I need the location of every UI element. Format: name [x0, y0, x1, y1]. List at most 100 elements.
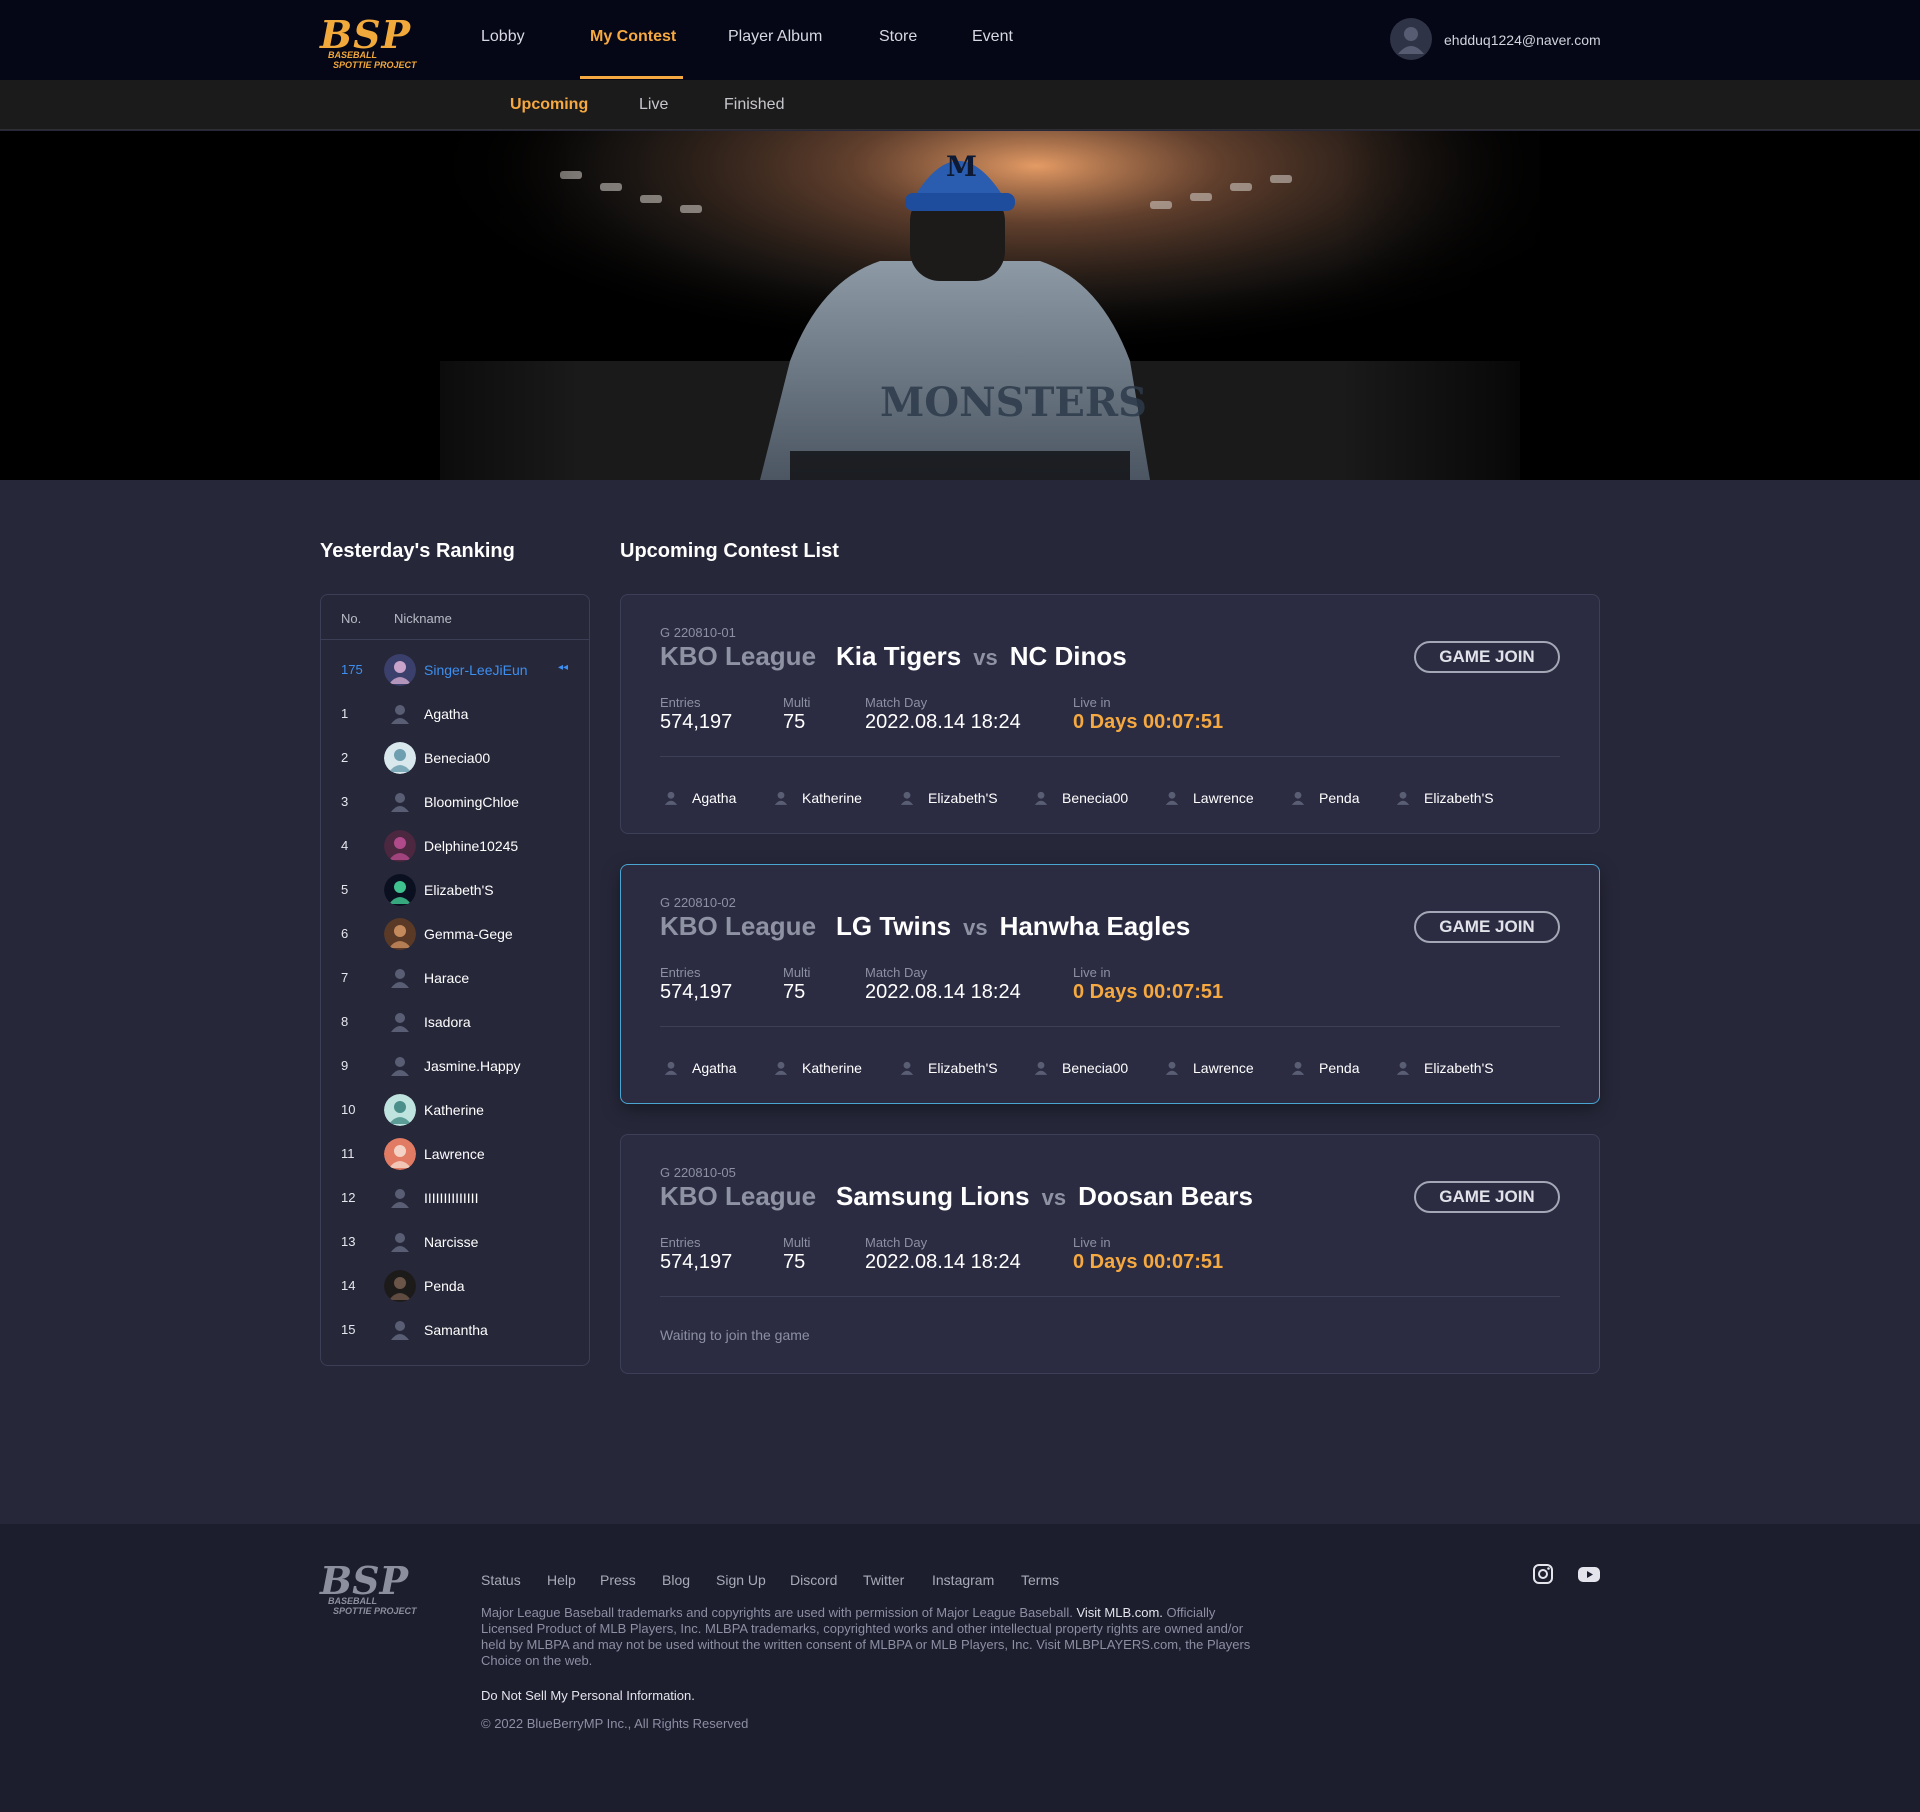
default-user-icon	[1287, 1057, 1309, 1079]
user-email[interactable]: ehdduq1224@naver.com	[1444, 32, 1601, 48]
default-user-icon	[1392, 1057, 1414, 1079]
ranking-row[interactable]: 2 Benecia00	[321, 736, 589, 780]
participant-name: Elizabeth'S	[1424, 1060, 1494, 1076]
default-user-icon	[1030, 1057, 1052, 1079]
bsp-logo[interactable]: BSP BASEBALL SPOTTIE PROJECT	[320, 12, 430, 70]
default-user-icon	[1392, 787, 1414, 809]
footer-link-press[interactable]: Press	[600, 1572, 636, 1588]
default-user-icon	[1287, 787, 1309, 809]
tab-finished[interactable]: Finished	[724, 96, 784, 114]
default-user-icon	[896, 787, 918, 809]
match-day-label: Match Day	[865, 1235, 928, 1250]
ranking-row[interactable]: 14 Penda	[321, 1264, 589, 1308]
ranking-row[interactable]: 10 Katherine	[321, 1088, 589, 1132]
away-team: Doosan Bears	[1078, 1181, 1253, 1211]
rank-number: 8	[341, 1014, 349, 1029]
game-join-button[interactable]: GAME JOIN	[1414, 641, 1560, 673]
contest-card[interactable]: G 220810-05 KBO League Samsung Lions vs Doos…	[620, 1134, 1600, 1374]
rank-nickname: BloomingChloe	[424, 794, 519, 810]
contest-card[interactable]: G 220810-02 KBO League LG Twins vs Hanwha Ea…	[620, 864, 1600, 1104]
participant-name: Benecia00	[1062, 790, 1129, 806]
live-in-countdown: 0 Days 00:07:51	[1073, 711, 1224, 733]
ranking-row[interactable]: 1 Agatha	[321, 692, 589, 736]
rank-number: 11	[341, 1146, 355, 1161]
user-avatar	[384, 918, 416, 950]
ranking-row[interactable]: 13 Narcisse	[321, 1220, 589, 1264]
nav-my-contest[interactable]: My Contest	[590, 28, 676, 46]
rank-nickname: Penda	[424, 1278, 465, 1294]
entries-value: 574,197	[660, 711, 733, 733]
rank-nickname: Katherine	[424, 1102, 484, 1118]
contest-id: G 220810-05	[660, 1165, 736, 1180]
ranking-row[interactable]: 7 Harace	[321, 956, 589, 1000]
default-user-icon	[770, 1057, 792, 1079]
ranking-row[interactable]: 15 Samantha	[321, 1308, 589, 1352]
rank-nickname: Delphine10245	[424, 838, 519, 854]
rank-nickname: Benecia00	[424, 750, 491, 766]
rank-number: 175	[341, 662, 363, 677]
rank-number: 15	[341, 1322, 356, 1337]
footer-link-terms[interactable]: Terms	[1021, 1572, 1059, 1588]
ranking-row[interactable]: 9 Jasmine.Happy	[321, 1044, 589, 1088]
my-ranking-row[interactable]: 175 Singer-LeeJiEun ◂◂	[321, 648, 589, 692]
rank-number: 10	[341, 1102, 356, 1117]
do-not-sell-link[interactable]: Do Not Sell My Personal Information.	[481, 1688, 695, 1703]
contest-card[interactable]: G 220810-01 KBO League Kia Tigers vs NC Dino…	[620, 594, 1600, 834]
entries-label: Entries	[660, 1235, 701, 1250]
league-name: KBO League	[660, 911, 817, 941]
ranking-row[interactable]: 5 Elizabeth'S	[321, 868, 589, 912]
live-in-countdown: 0 Days 00:07:51	[1073, 1251, 1224, 1273]
participant-name: Katherine	[802, 790, 862, 806]
multi-value: 75	[783, 711, 806, 733]
hero-baseball-player-image: M MONSTERS	[320, 131, 1600, 480]
my-rank-marker-icon: ◂◂	[558, 662, 569, 673]
default-user-icon	[384, 786, 416, 818]
ranking-row[interactable]: 4 Delphine10245	[321, 824, 589, 868]
ranking-row[interactable]: 3 BloomingChloe	[321, 780, 589, 824]
nav-player-album[interactable]: Player Album	[728, 28, 822, 46]
youtube-icon[interactable]	[1577, 1562, 1601, 1586]
participant-name: Katherine	[802, 1060, 862, 1076]
user-avatar-icon[interactable]	[1390, 18, 1432, 60]
nav-store[interactable]: Store	[879, 28, 917, 46]
rank-nickname: Jasmine.Happy	[424, 1058, 521, 1074]
logo-subtitle: BASEBALL SPOTTIE PROJECT	[328, 50, 417, 70]
footer-link-twitter[interactable]: Twitter	[863, 1572, 904, 1588]
multi-label: Multi	[783, 695, 811, 710]
nav-event[interactable]: Event	[972, 28, 1013, 46]
tab-live[interactable]: Live	[639, 96, 668, 114]
game-join-button[interactable]: GAME JOIN	[1414, 911, 1560, 943]
rank-number: 9	[341, 1058, 349, 1073]
nav-lobby[interactable]: Lobby	[481, 28, 525, 46]
legal-line-1: Major League Baseball trademarks and cop…	[481, 1605, 1073, 1620]
default-user-icon	[384, 698, 416, 730]
rank-number: 6	[341, 926, 349, 941]
footer-logo[interactable]: BSP BASEBALL SPOTTIE PROJECT	[320, 1558, 430, 1616]
away-team: NC Dinos	[1009, 641, 1127, 671]
rank-number: 3	[341, 794, 349, 809]
default-user-icon	[384, 1182, 416, 1214]
ranking-row[interactable]: 8 Isadora	[321, 1000, 589, 1044]
footer-link-discord[interactable]: Discord	[790, 1572, 837, 1588]
footer-link-status[interactable]: Status	[481, 1572, 521, 1588]
instagram-icon[interactable]	[1531, 1562, 1555, 1586]
participant-name: Agatha	[692, 1060, 737, 1076]
ranking-row[interactable]: 6 Gemma-Gege	[321, 912, 589, 956]
match-day-value: 2022.08.14 18:24	[865, 981, 1021, 1003]
live-in-label: Live in	[1073, 1235, 1111, 1250]
entries-label: Entries	[660, 965, 701, 980]
mlb-link[interactable]: Visit MLB.com.	[1076, 1605, 1162, 1620]
participant-name: Lawrence	[1193, 790, 1254, 806]
footer-link-instagram[interactable]: Instagram	[932, 1572, 994, 1588]
user-avatar	[384, 1270, 416, 1302]
ranking-row[interactable]: 12 IIIIIIIIIIIIII	[321, 1176, 589, 1220]
footer-link-help[interactable]: Help	[547, 1572, 576, 1588]
tab-upcoming[interactable]: Upcoming	[510, 96, 588, 114]
ranking-row[interactable]: 11 Lawrence	[321, 1132, 589, 1176]
footer-link-sign-up[interactable]: Sign Up	[716, 1572, 766, 1588]
game-join-button[interactable]: GAME JOIN	[1414, 1181, 1560, 1213]
participant-name: Penda	[1319, 790, 1360, 806]
participant-name: Lawrence	[1193, 1060, 1254, 1076]
footer-link-blog[interactable]: Blog	[662, 1572, 690, 1588]
user-avatar	[384, 1138, 416, 1170]
